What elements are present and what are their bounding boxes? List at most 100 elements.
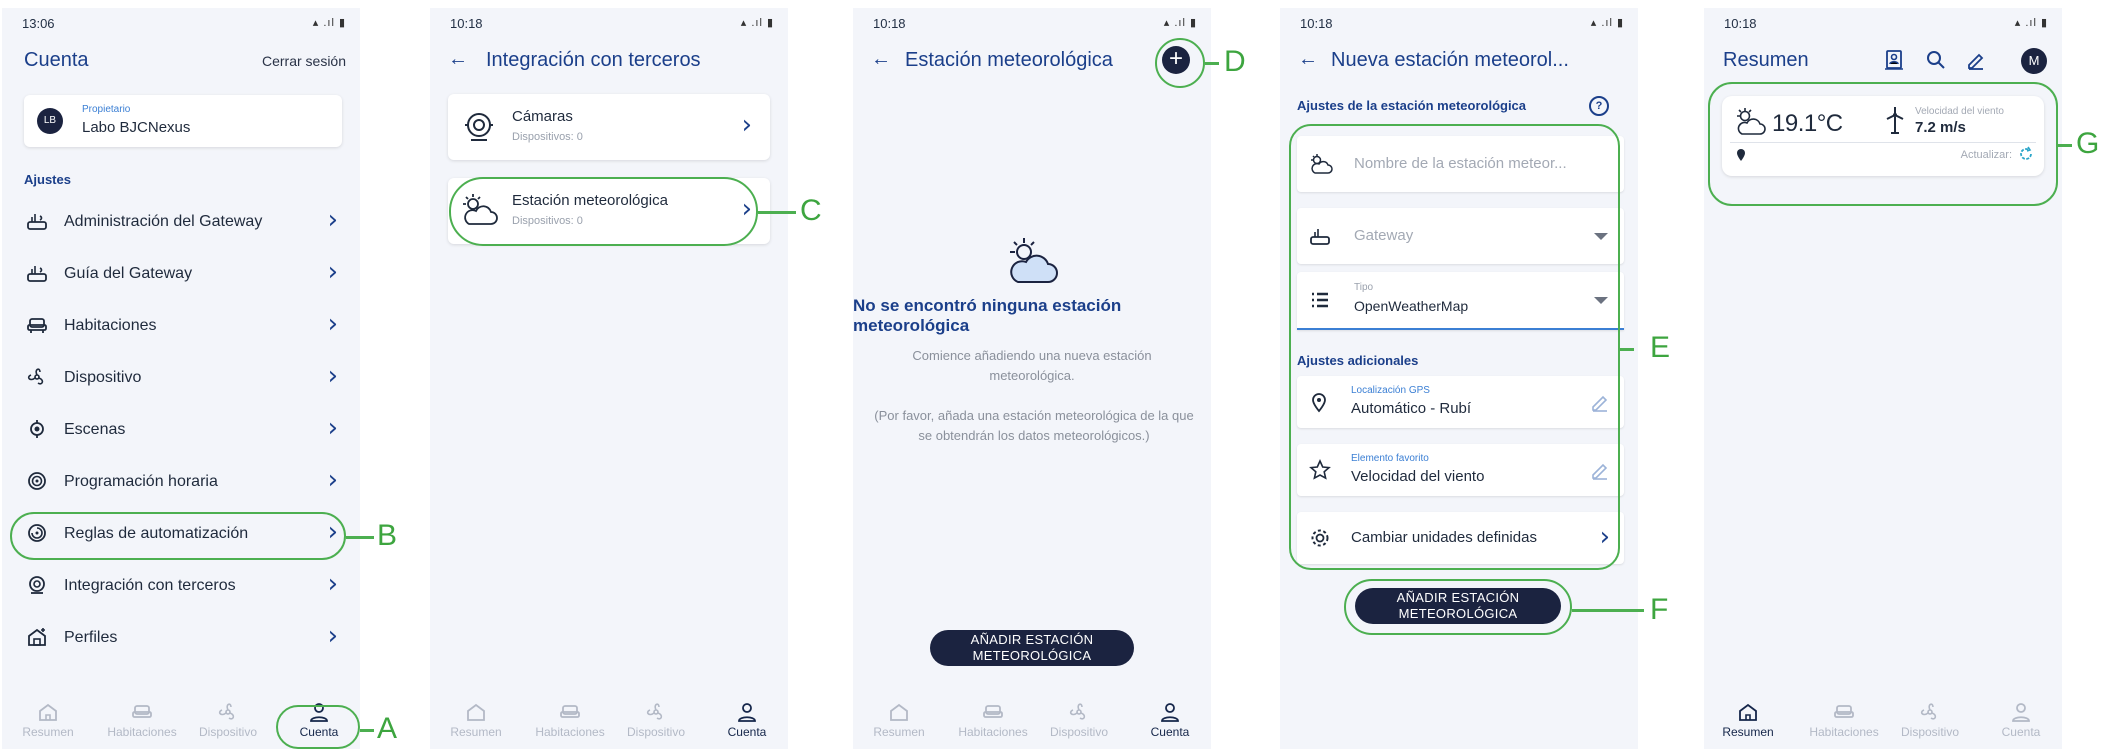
menu-label: Dispositivo: [64, 369, 142, 386]
back-arrow-icon[interactable]: ←: [1298, 48, 1318, 71]
nav-label: Resumen: [450, 725, 502, 739]
home-icon: [39, 703, 57, 721]
nav-label: Dispositivo: [1900, 725, 1960, 739]
nav-device[interactable]: Dispositivo: [1035, 701, 1123, 739]
leader-line-b: [346, 536, 374, 539]
chevron-right-icon: ›: [327, 621, 338, 651]
owner-role: Propietario: [82, 104, 131, 115]
nav-device[interactable]: Dispositivo: [184, 701, 272, 739]
menu-label: Perfiles: [64, 629, 118, 646]
logout-button[interactable]: Cerrar sesión: [262, 53, 346, 69]
nav-device[interactable]: Dispositivo: [612, 701, 700, 739]
edit-pencil-icon[interactable]: [1966, 50, 1986, 70]
nav-label: Resumen: [873, 725, 925, 739]
avatar[interactable]: M: [2021, 48, 2047, 74]
nav-label: Resumen: [1722, 725, 1774, 739]
card-cameras[interactable]: Cámaras Dispositivos: 0 ›: [448, 94, 770, 160]
fan-icon: [1920, 703, 1937, 720]
card-title: Cámaras: [512, 108, 573, 125]
highlight-e: [1289, 124, 1620, 570]
bottom-nav: Resumen Habitaciones Dispositivo Cuenta: [1704, 693, 2062, 749]
fan-icon: [1069, 703, 1086, 720]
add-weather-station-button[interactable]: AÑADIR ESTACIÓN METEOROLÓGICA: [930, 630, 1134, 666]
sofa-icon: [1834, 705, 1854, 718]
section-settings: Ajustes: [24, 172, 71, 187]
status-bar: 10:18 ▴ .ıl ▮: [1280, 8, 1638, 36]
nav-label: Dispositivo: [626, 725, 686, 739]
nav-rooms[interactable]: Habitaciones: [949, 701, 1037, 739]
nav-label: Habitaciones: [958, 725, 1028, 739]
account-icon: [738, 703, 756, 722]
page-title: Nueva estación meteorol...: [1331, 49, 1569, 71]
annotation-label-b: B: [377, 519, 398, 552]
nav-rooms[interactable]: Habitaciones: [98, 701, 186, 739]
empty-title: No se encontró ninguna estación meteorol…: [853, 296, 1122, 335]
nav-summary[interactable]: Resumen: [855, 701, 943, 739]
annotation-label-e: E: [1650, 331, 1671, 364]
menu-device[interactable]: Dispositivo ›: [26, 358, 338, 398]
nav-summary[interactable]: Resumen: [1704, 701, 1792, 739]
owner-name: Labo BJCNexus: [82, 119, 191, 136]
nav-account[interactable]: Cuenta: [703, 701, 788, 739]
empty-description: Comience añadiendo una nueva estación me…: [912, 348, 1152, 383]
chevron-right-icon: ›: [327, 413, 338, 443]
nav-account[interactable]: Cuenta: [1977, 701, 2062, 739]
annotation-label-a: A: [377, 712, 398, 745]
nav-rooms[interactable]: Habitaciones: [1800, 701, 1888, 739]
sofa-icon: [983, 705, 1003, 718]
annotation-label-d: D: [1224, 45, 1246, 78]
gateway-icon: [27, 214, 47, 230]
annotation-label-g: G: [2076, 127, 2100, 160]
status-icons: ▴ .ıl ▮: [1590, 17, 1624, 29]
screen-weather-station: 10:18 ▴ .ıl ▮ ← Estación meteorológica +…: [853, 8, 1211, 749]
status-time: 10:18: [1300, 16, 1333, 31]
page-title: Cuenta: [24, 49, 89, 71]
sofa-icon: [27, 318, 47, 333]
back-arrow-icon[interactable]: ←: [871, 48, 891, 71]
menu-schedule[interactable]: Programación horaria ›: [26, 462, 338, 502]
fan-icon: [646, 703, 663, 720]
nav-device[interactable]: Dispositivo: [1886, 701, 1974, 739]
chevron-right-icon: ›: [741, 110, 752, 140]
menu-profiles[interactable]: Perfiles ›: [26, 618, 338, 658]
status-time: 13:06: [22, 16, 55, 31]
status-bar: 10:18 ▴ .ıl ▮: [1704, 8, 2062, 36]
menu-scenes[interactable]: Escenas ›: [26, 410, 338, 450]
menu-label: Guía del Gateway: [64, 265, 193, 282]
nav-label: Cuenta: [727, 725, 767, 739]
nav-rooms[interactable]: Habitaciones: [526, 701, 614, 739]
nav-label: Habitaciones: [1809, 725, 1879, 739]
page-title: Estación meteorológica: [905, 49, 1113, 71]
menu-gateway-guide[interactable]: Guía del Gateway ›: [26, 254, 338, 294]
card-subtitle: Dispositivos: 0: [512, 131, 583, 143]
sofa-icon: [132, 705, 152, 718]
menu-label: Programación horaria: [64, 473, 218, 490]
owner-card[interactable]: LB Propietario Labo BJCNexus: [24, 95, 342, 147]
nav-label: Cuenta: [1150, 725, 1190, 739]
nav-label: Cuenta: [2001, 725, 2041, 739]
nav-summary[interactable]: Resumen: [432, 701, 520, 739]
menu-gateway-admin[interactable]: Administración del Gateway ›: [26, 202, 338, 242]
highlight-g: [1708, 82, 2058, 206]
status-icons: ▴ .ıl ▮: [312, 17, 346, 29]
back-arrow-icon[interactable]: ←: [448, 48, 468, 71]
chevron-right-icon: ›: [327, 309, 338, 339]
search-icon[interactable]: [1926, 50, 1946, 70]
nav-account[interactable]: Cuenta: [1126, 701, 1211, 739]
status-time: 10:18: [873, 16, 906, 31]
status-icons: ▴ .ıl ▮: [740, 17, 774, 29]
nav-summary[interactable]: Resumen: [4, 701, 92, 739]
help-icon[interactable]: ?: [1589, 96, 1609, 116]
status-time: 10:18: [450, 16, 483, 31]
menu-rooms[interactable]: Habitaciones ›: [26, 306, 338, 346]
status-time: 10:18: [1724, 16, 1757, 31]
portrait-icon[interactable]: [1884, 49, 1904, 71]
leader-line-c: [758, 211, 796, 214]
chevron-right-icon: ›: [327, 257, 338, 287]
chevron-right-icon: ›: [327, 361, 338, 391]
menu-third-party[interactable]: Integración con terceros ›: [26, 566, 338, 606]
chevron-right-icon: ›: [327, 569, 338, 599]
screen-account: 13:06 ▴ .ıl ▮ Cuenta Cerrar sesión LB Pr…: [2, 8, 360, 749]
highlight-a: [276, 705, 360, 749]
menu-label: Administración del Gateway: [64, 213, 263, 230]
